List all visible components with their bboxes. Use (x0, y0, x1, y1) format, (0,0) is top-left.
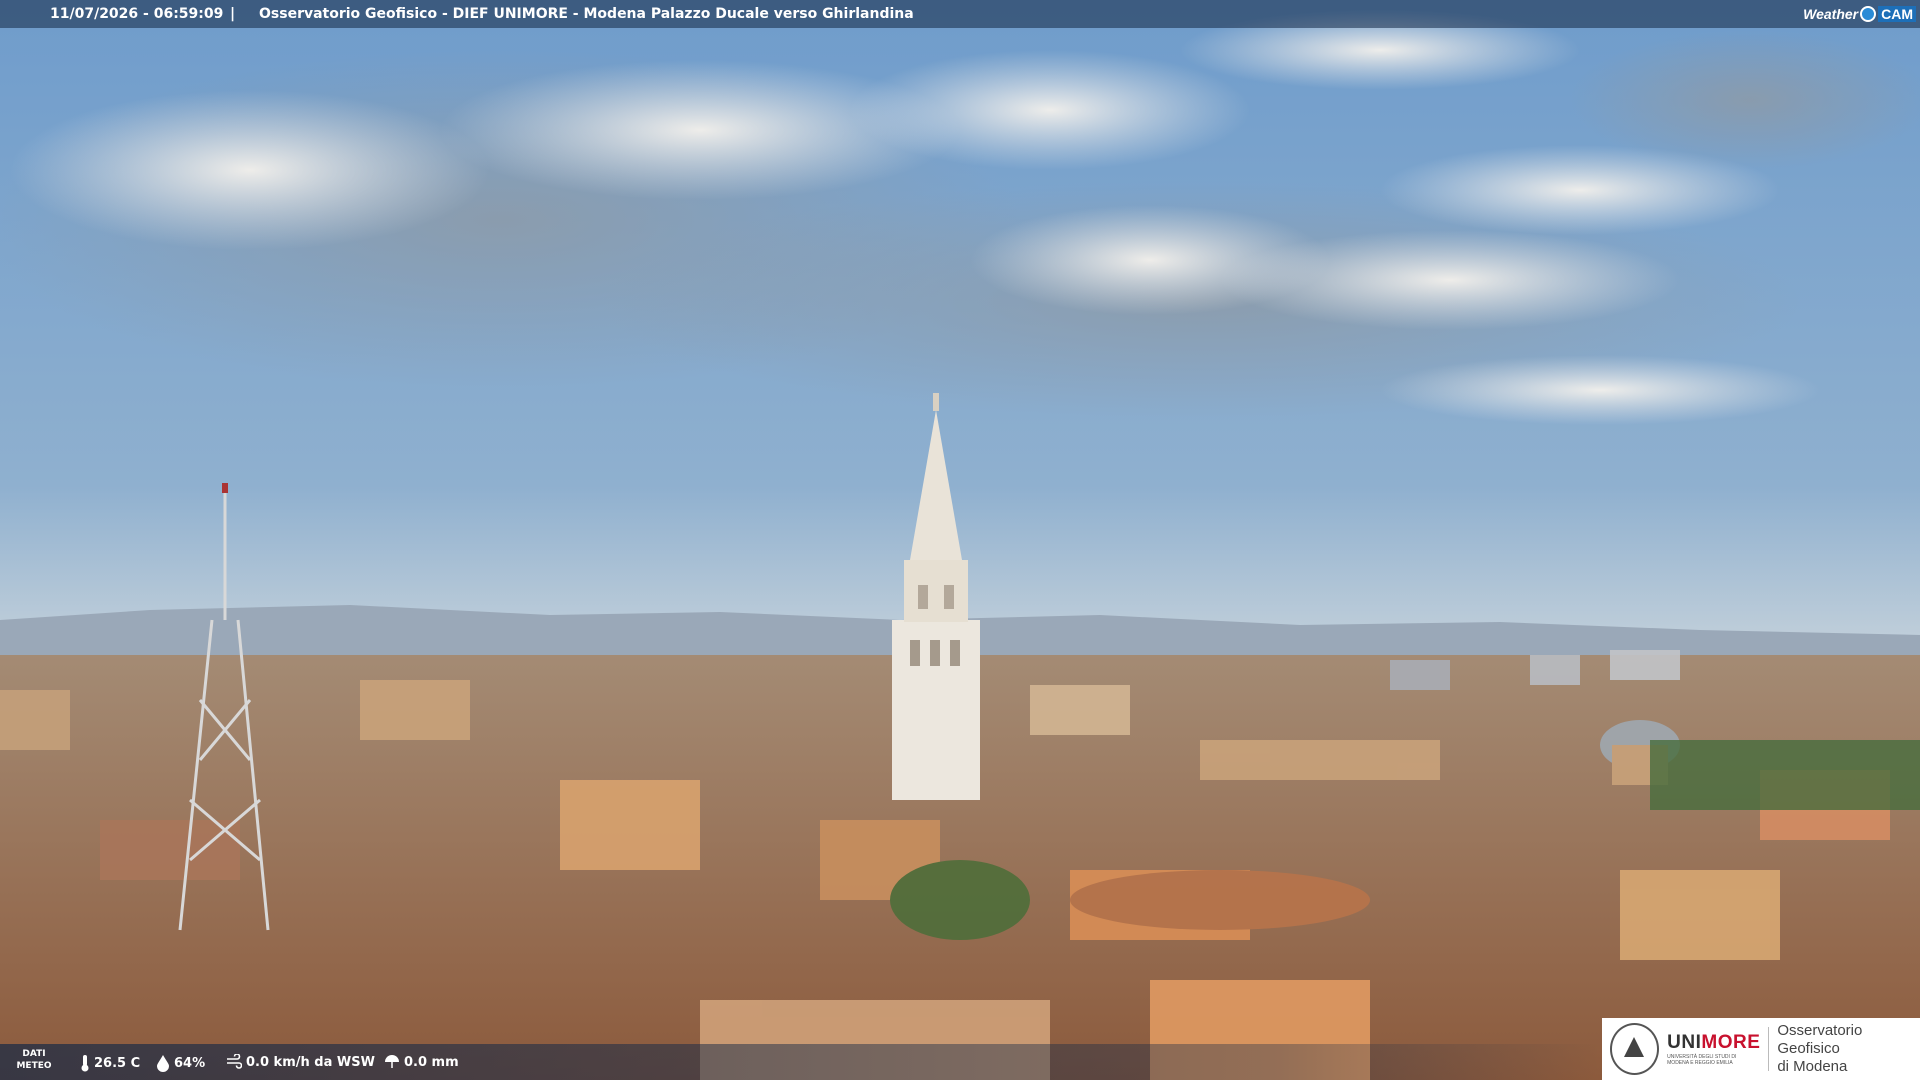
clouds (0, 10, 1920, 425)
meteo-label: DATI METEO (14, 1048, 54, 1072)
webcam-scene (0, 0, 1920, 1080)
humidity-drop-icon (157, 1055, 169, 1072)
university-seal-icon (1610, 1023, 1660, 1075)
title-separator: | (230, 6, 236, 22)
wind-value: 0.0 km/h da WSW (246, 1054, 375, 1070)
unimore-logo-box: UNIMORE UNIVERSITÀ DEGLI STUDI DI MODENA… (1602, 1018, 1920, 1080)
weather-wordmark: Weather (1803, 6, 1859, 22)
meteo-label-line2: METEO (16, 1061, 52, 1071)
umbrella-icon (385, 1055, 399, 1068)
logo-divider (1768, 1027, 1770, 1071)
top-info-bar: 11/07/2026 - 06:59:09 | Osservatorio Geo… (0, 0, 1920, 28)
cam-wordmark: CAM (1878, 6, 1916, 22)
observatory-name: Osservatorio Geofisico di Modena (1777, 1022, 1920, 1076)
weathercam-logo: Weather CAM (1803, 4, 1916, 24)
weather-data-bar: DATI METEO 26.5 C 64% 0.0 km/h da WSW 0.… (0, 1044, 1600, 1080)
rain-value: 0.0 mm (404, 1054, 459, 1070)
wind-item: 0.0 km/h da WSW (226, 1054, 375, 1070)
datetime-stamp: 11/07/2026 - 06:59:09 (50, 6, 224, 22)
unimore-prefix: UNI (1667, 1032, 1702, 1053)
unimore-wordmark: UNIMORE UNIVERSITÀ DEGLI STUDI DI MODENA… (1667, 1032, 1760, 1066)
camera-title: Osservatorio Geofisico - DIEF UNIMORE - … (259, 6, 914, 22)
rain-item: 0.0 mm (384, 1054, 459, 1070)
unimore-subtitle: UNIVERSITÀ DEGLI STUDI DI MODENA E REGGI… (1667, 1054, 1737, 1066)
humidity-value: 64% (174, 1055, 206, 1071)
wind-icon (227, 1054, 242, 1069)
observatory-line2: di Modena (1777, 1058, 1848, 1075)
temperature-item: 26.5 C (80, 1054, 140, 1072)
camera-lens-icon (1860, 6, 1877, 22)
humidity-item: 64% (156, 1054, 205, 1072)
unimore-suffix: MORE (1701, 1032, 1761, 1053)
meteo-label-line1: DATI (22, 1049, 46, 1059)
observatory-line1: Osservatorio Geofisico (1777, 1022, 1863, 1057)
temperature-value: 26.5 C (94, 1055, 141, 1071)
thermometer-icon (81, 1055, 89, 1072)
